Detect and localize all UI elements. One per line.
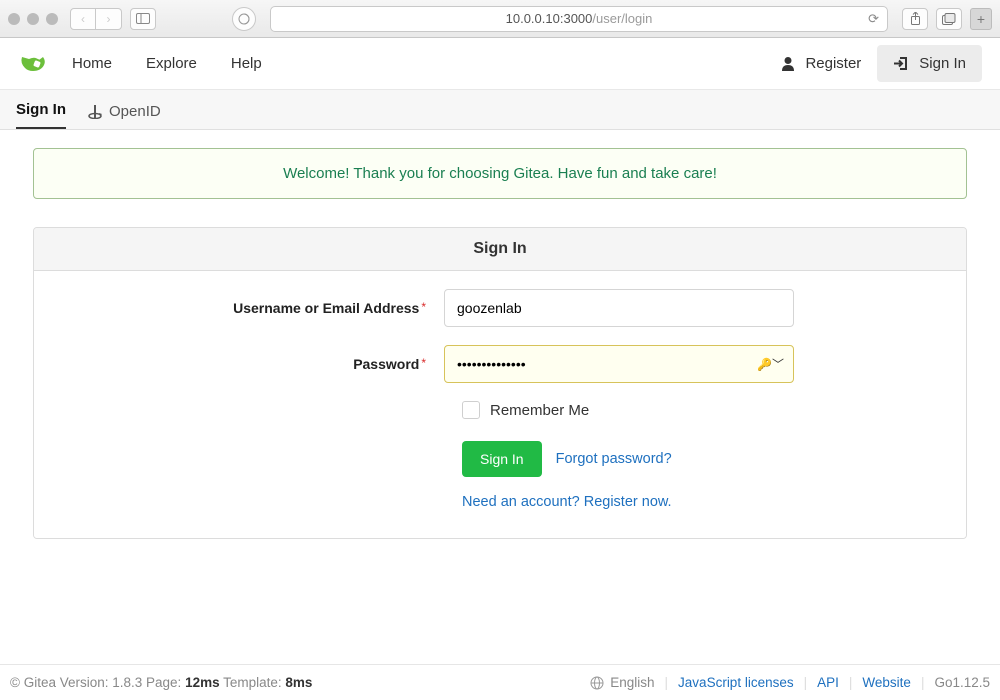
back-button[interactable]: ‹ xyxy=(70,8,96,30)
tab-signin[interactable]: Sign In xyxy=(16,91,66,129)
forward-button[interactable]: › xyxy=(96,8,122,30)
auth-tabs: Sign In OpenID xyxy=(0,90,1000,130)
username-label: Username or Email Address* xyxy=(64,300,444,316)
footer-js-licenses[interactable]: JavaScript licenses xyxy=(678,675,794,690)
forgot-password-link[interactable]: Forgot password? xyxy=(556,451,672,467)
gitea-logo[interactable] xyxy=(18,49,48,79)
register-link[interactable]: Need an account? Register now. xyxy=(462,494,672,510)
share-button[interactable] xyxy=(902,8,928,30)
remember-checkbox[interactable] xyxy=(462,401,480,419)
signin-panel: Sign In Username or Email Address* Passw… xyxy=(33,227,967,539)
app-navbar: Home Explore Help Register Sign In xyxy=(0,38,1000,90)
footer-version: © Gitea Version: 1.8.3 Page: 12ms Templa… xyxy=(10,675,312,690)
username-input[interactable] xyxy=(444,289,794,327)
language-selector[interactable]: English xyxy=(590,675,654,690)
footer-api[interactable]: API xyxy=(817,675,839,690)
submit-button[interactable]: Sign In xyxy=(462,441,542,477)
compass-icon xyxy=(238,13,250,25)
window-controls xyxy=(8,13,58,25)
password-key-icon[interactable]: 🔑﹀ xyxy=(757,356,784,373)
sidebar-toggle-button[interactable] xyxy=(130,8,156,30)
close-window-icon[interactable] xyxy=(8,13,20,25)
new-tab-button[interactable]: + xyxy=(970,8,992,30)
footer: © Gitea Version: 1.8.3 Page: 12ms Templa… xyxy=(0,664,1000,700)
browser-toolbar: ‹ › 10.0.0.10:3000/user/login ⟳ + xyxy=(0,0,1000,38)
remember-label: Remember Me xyxy=(490,402,589,419)
openid-icon xyxy=(88,105,102,119)
share-icon xyxy=(910,12,921,25)
panel-title: Sign In xyxy=(34,228,966,271)
nav-help[interactable]: Help xyxy=(231,55,262,72)
nav-explore[interactable]: Explore xyxy=(146,55,197,72)
footer-website[interactable]: Website xyxy=(862,675,911,690)
nav-home[interactable]: Home xyxy=(72,55,112,72)
password-input[interactable] xyxy=(444,345,794,383)
logo-icon xyxy=(19,53,47,75)
welcome-alert: Welcome! Thank you for choosing Gitea. H… xyxy=(33,148,967,199)
sidebar-icon xyxy=(136,13,150,24)
register-button[interactable]: Register xyxy=(765,45,877,82)
site-settings-button[interactable] xyxy=(232,7,256,31)
address-bar[interactable]: 10.0.0.10:3000/user/login ⟳ xyxy=(270,6,888,32)
password-label: Password* xyxy=(64,356,444,372)
zoom-window-icon[interactable] xyxy=(46,13,58,25)
person-icon xyxy=(781,56,795,71)
tabs-button[interactable] xyxy=(936,8,962,30)
tabs-icon xyxy=(942,13,956,25)
footer-go-version: Go1.12.5 xyxy=(934,675,990,690)
reload-icon[interactable]: ⟳ xyxy=(868,11,879,27)
tab-openid[interactable]: OpenID xyxy=(88,93,161,129)
globe-icon xyxy=(590,676,604,690)
minimize-window-icon[interactable] xyxy=(27,13,39,25)
signin-icon xyxy=(893,56,909,71)
signin-button[interactable]: Sign In xyxy=(877,45,982,82)
